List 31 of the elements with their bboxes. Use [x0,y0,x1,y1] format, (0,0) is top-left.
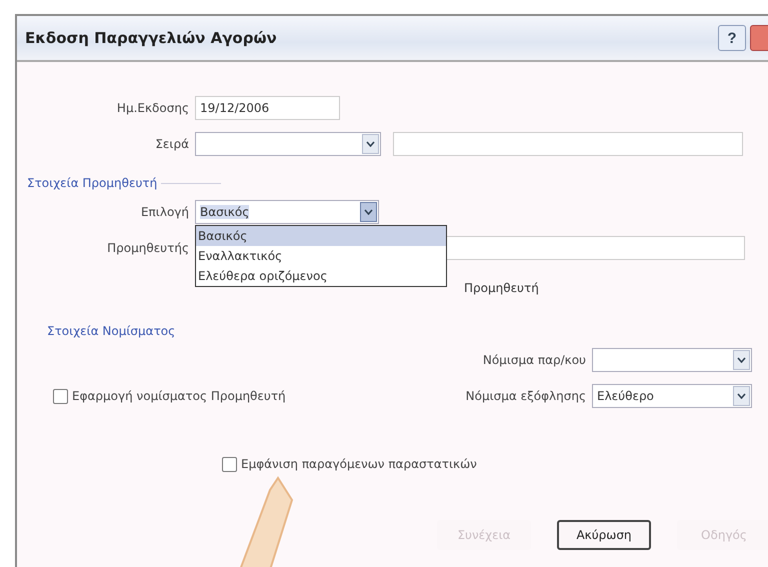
field-label: Νόμισμα εξόφλησης [464,389,587,403]
chevron-down-icon [737,357,746,363]
checkbox[interactable]: Εμφάνιση παραγόμενων παραστατικών [222,456,477,472]
field-label: Νόμισμα παρ/κου [482,353,587,367]
dropdown-option[interactable]: Βασικός [196,226,446,246]
dropdown-option[interactable]: Εναλλακτικός [196,246,446,266]
dropdown-option[interactable]: Ελεύθερα οριζόμενος [196,266,446,286]
dropdown-value: Βασικός [200,205,250,219]
dropdown[interactable]: Βασικός [195,200,379,224]
chevron-down-icon [366,141,375,147]
date-field[interactable]: 19/12/2006 [195,96,340,120]
section-title: Στοιχεία Προμηθευτή [27,176,158,190]
checkbox[interactable]: Εφαρμογή νομίσματος Προμηθευτή [53,388,286,404]
dropdown-button[interactable] [362,134,379,154]
dropdown[interactable]: Ελεύθερο [592,384,752,408]
field-label: Προμηθευτής [106,241,190,255]
field-label: Ημ.Εκδοσης [116,101,190,115]
field-label: Σειρά [154,137,190,151]
dropdown-button[interactable] [733,350,750,370]
section-title: Στοιχεία Νομίσματος [47,324,176,338]
chevron-down-icon [364,209,373,215]
field-label: Επιλογή [140,205,190,219]
help-button[interactable]: ? [718,25,746,51]
dropdown-button[interactable] [733,386,750,406]
dropdown-button[interactable] [360,202,377,222]
input-field[interactable] [393,132,743,156]
dropdown-value: Ελεύθερο [597,389,654,403]
window-title: Εκδοση Παραγγελιών Αγορών [25,29,277,47]
option-label: Προμηθευτή [464,281,539,295]
chevron-down-icon [737,393,746,399]
dialog-button[interactable]: Ακύρωση [557,520,651,550]
